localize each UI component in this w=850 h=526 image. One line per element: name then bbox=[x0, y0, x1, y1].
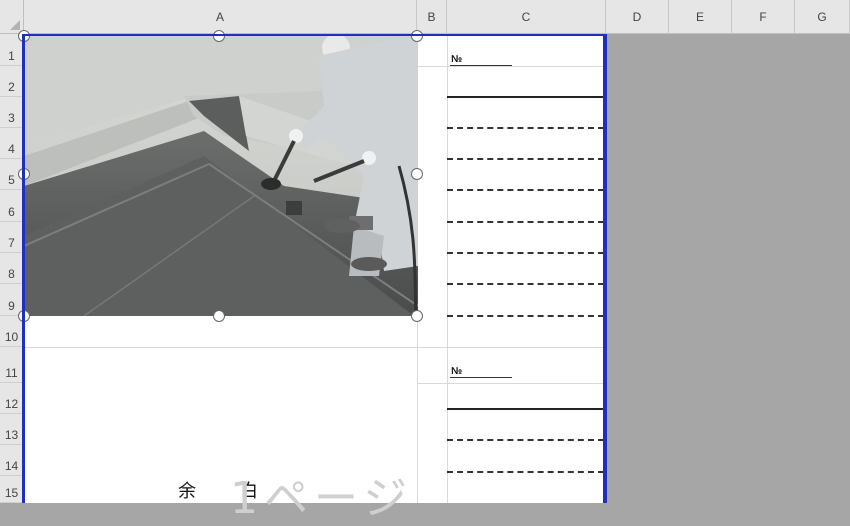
form-dashed-line bbox=[447, 189, 604, 191]
form-dashed-line bbox=[447, 471, 604, 473]
row-header-4[interactable]: 4 bbox=[0, 128, 24, 159]
image-resize-handle[interactable] bbox=[411, 310, 423, 322]
row-header-13[interactable]: 13 bbox=[0, 414, 24, 445]
form-dashed-line bbox=[447, 315, 604, 317]
row-header-14[interactable]: 14 bbox=[0, 445, 24, 476]
select-all-corner[interactable] bbox=[0, 0, 24, 34]
form-dashed-line bbox=[447, 158, 604, 160]
gridline-col-c-left bbox=[447, 34, 448, 503]
column-header-d[interactable]: D bbox=[606, 0, 669, 34]
column-header-e[interactable]: E bbox=[669, 0, 732, 34]
page-number-watermark: 1ページ bbox=[230, 473, 414, 524]
row-header-6[interactable]: 6 bbox=[0, 190, 24, 222]
column-header-g[interactable]: G bbox=[795, 0, 850, 34]
number-label: № bbox=[451, 366, 463, 377]
row-header-8[interactable]: 8 bbox=[0, 253, 24, 284]
number-label: № bbox=[451, 54, 463, 65]
column-header-b[interactable]: B bbox=[417, 0, 447, 34]
page-break-border-left[interactable] bbox=[22, 34, 25, 503]
roof-waterproofing-photo-icon bbox=[24, 36, 418, 316]
form-solid-line bbox=[447, 96, 604, 98]
image-resize-handle[interactable] bbox=[411, 30, 423, 42]
number-underline bbox=[450, 65, 512, 66]
gridline-row bbox=[417, 66, 606, 67]
number-underline bbox=[450, 377, 512, 378]
row-header-12[interactable]: 12 bbox=[0, 383, 24, 414]
page-break-border-right[interactable] bbox=[603, 34, 607, 503]
image-resize-handle[interactable] bbox=[411, 168, 423, 180]
column-header-c[interactable]: C bbox=[447, 0, 606, 34]
blank-char-1: 余 bbox=[178, 481, 196, 502]
image-resize-handle[interactable] bbox=[213, 30, 225, 42]
gridline-row bbox=[417, 383, 606, 384]
form-dashed-line bbox=[447, 283, 604, 285]
image-resize-handle[interactable] bbox=[213, 310, 225, 322]
row-header-2[interactable]: 2 bbox=[0, 66, 24, 97]
roof-photo[interactable] bbox=[24, 36, 418, 316]
column-header-f[interactable]: F bbox=[732, 0, 795, 34]
select-all-icon bbox=[10, 20, 20, 30]
row-header-3[interactable]: 3 bbox=[0, 97, 24, 128]
column-header-a[interactable]: A bbox=[24, 0, 417, 34]
row-header-15[interactable]: 15 bbox=[0, 476, 24, 503]
gridline-row bbox=[24, 347, 606, 348]
form-dashed-line bbox=[447, 127, 604, 129]
form-dashed-line bbox=[447, 221, 604, 223]
page-break-border-top[interactable] bbox=[22, 34, 606, 36]
row-header-11[interactable]: 11 bbox=[0, 347, 24, 383]
form-solid-line bbox=[447, 408, 604, 410]
form-dashed-line bbox=[447, 439, 604, 441]
row-header-7[interactable]: 7 bbox=[0, 222, 24, 253]
form-dashed-line bbox=[447, 252, 604, 254]
